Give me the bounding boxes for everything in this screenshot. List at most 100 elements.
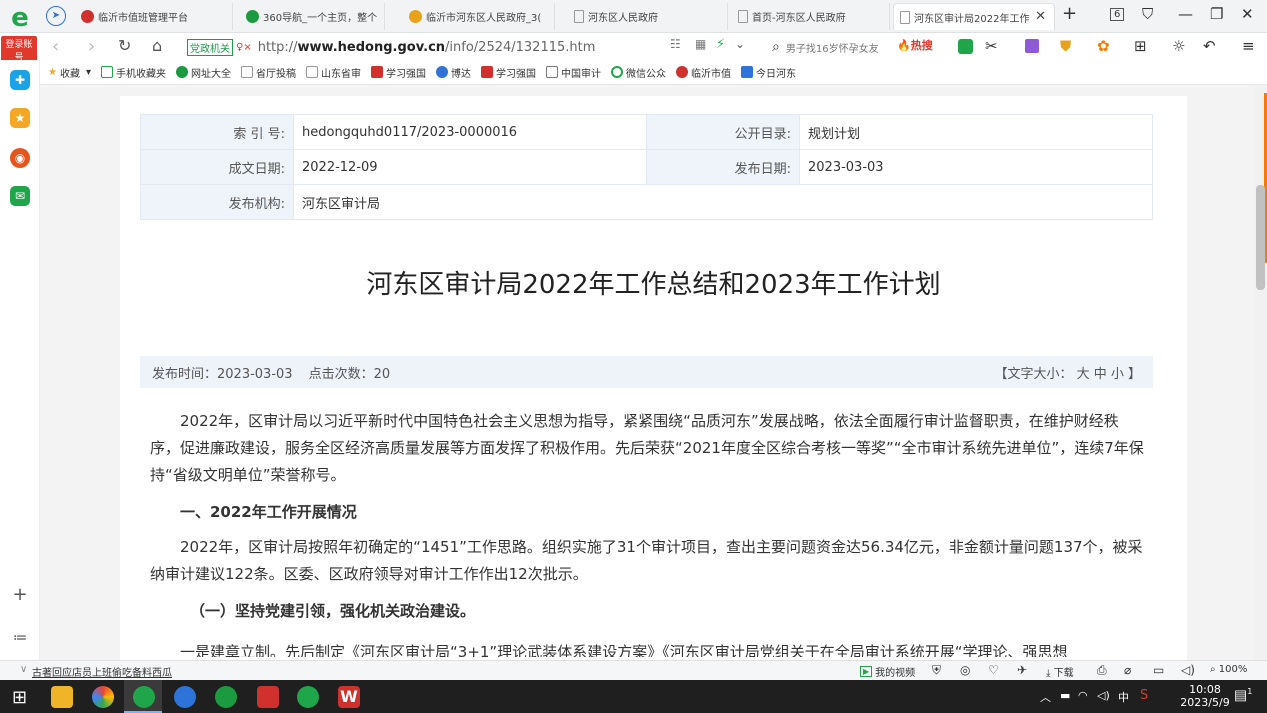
bookmark-7[interactable]: 学习强国 [481, 65, 536, 80]
game-icon[interactable]: ✿ [1097, 37, 1110, 55]
sidebar-weibo-icon[interactable]: ◉ [10, 148, 30, 168]
tab-favicon-icon [409, 10, 422, 23]
wechat-icon[interactable] [958, 39, 973, 54]
font-size-control[interactable]: 【文字大小： 大 中 小 】 [994, 363, 1141, 382]
volume-icon[interactable]: ◁) [1097, 689, 1110, 702]
site-icon [176, 66, 188, 78]
tab-label: 河东区人民政府 [588, 13, 658, 24]
article-title: 河东区审计局2022年工作总结和2023年工作计划 [366, 270, 941, 300]
scissors-icon[interactable]: ✂ [985, 37, 998, 55]
sound-icon[interactable]: ◁) [1181, 663, 1195, 677]
shield-icon[interactable]: ⛨ [932, 663, 941, 678]
shirt-icon[interactable]: ⛉ [1142, 5, 1153, 23]
windows-start-icon[interactable]: ⊞ [12, 687, 27, 708]
address-bar: ‹ › ↻ ⌂ 党政机关 ♀× http:// www.hedong.gov.c… [40, 33, 1267, 60]
360-browser-icon[interactable] [133, 686, 155, 708]
wechat-icon[interactable] [297, 686, 319, 708]
tab-0[interactable]: 临沂市值班管理平台 [75, 3, 233, 30]
file-explorer-icon[interactable] [51, 686, 73, 708]
shield-icon[interactable]: ⛊ [1060, 37, 1071, 55]
tab-5-active[interactable]: 河东区审计局2022年工作 ✕ [893, 3, 1055, 30]
bookmark-11[interactable]: 今日河东 [741, 65, 796, 80]
sidebar-list-icon[interactable]: ≔ [10, 628, 30, 648]
bookmark-4[interactable]: 山东省审 [306, 65, 361, 80]
undo-icon[interactable]: ↶ [1203, 37, 1216, 55]
navigate-icon[interactable]: ➤ [46, 6, 66, 26]
wps-icon[interactable]: W [338, 686, 360, 708]
tab-count-badge[interactable]: 6 [1110, 8, 1125, 21]
new-tab-icon[interactable]: + [1062, 3, 1077, 24]
bookmark-1[interactable]: 手机收藏夹 [101, 65, 166, 80]
reader-icon[interactable]: ☷ [670, 37, 681, 51]
sogou-icon[interactable]: S [1140, 688, 1148, 703]
qr-icon[interactable]: ▦ [695, 37, 706, 51]
sidebar-mail-icon[interactable]: ✉ [10, 186, 30, 206]
apps-grid-icon[interactable]: ⊞ [1134, 37, 1147, 55]
url-prefix: http:// [257, 39, 298, 55]
meta-value: 规划计划 [799, 114, 1153, 150]
app-icon[interactable] [257, 686, 279, 708]
rocket-icon[interactable]: ✈ [1017, 663, 1027, 677]
search-icon: ⌕ [772, 39, 780, 55]
notification-icon[interactable]: ▤1 [1234, 687, 1252, 704]
close-tab-icon[interactable]: ✕ [1035, 9, 1046, 24]
tab-3[interactable]: 河东区人民政府 [568, 3, 728, 30]
download-button[interactable]: ⤓ 下载 [1046, 664, 1074, 679]
heart-icon[interactable]: ♡ [988, 663, 999, 677]
close-window-icon[interactable]: ✕ [1241, 5, 1254, 23]
minimize-icon[interactable]: — [1178, 5, 1193, 23]
home-icon[interactable]: ⌂ [152, 36, 162, 55]
bookmark-6[interactable]: 博达 [436, 65, 471, 80]
clean-icon[interactable]: ⌀ [1124, 663, 1131, 677]
tab-1[interactable]: 360导航_一个主页，整个 [240, 3, 385, 30]
scrollbar-thumb[interactable] [1256, 185, 1265, 290]
meta-row: 索 引 号: hedongquhd0117/2023-0000016 公开目录:… [140, 114, 1153, 150]
bookmark-3[interactable]: 省厅投稿 [241, 65, 296, 80]
vertical-scrollbar[interactable] [1254, 85, 1267, 660]
hot-search-label[interactable]: 🔥热搜 [897, 37, 933, 53]
chevron-down-icon[interactable]: ⌄ [735, 37, 745, 51]
battery-icon[interactable]: ▬ [1060, 689, 1070, 702]
meta-row: 成文日期: 2022-12-09 发布日期: 2023-03-03 [140, 149, 1153, 185]
caret-icon: ▾ [85, 66, 91, 78]
bookmark-8[interactable]: 中国审计 [546, 65, 601, 80]
restore-icon[interactable]: ❐ [1210, 5, 1223, 23]
bookmark-0[interactable]: ★ 收藏 ▾ [48, 65, 91, 80]
wifi-icon[interactable]: ◠ [1078, 689, 1088, 702]
camera-icon[interactable]: ◎ [960, 663, 970, 677]
news-ticker[interactable]: 古著回应店员上班偷吃备料西瓜 [32, 664, 172, 679]
tray-chevron-icon[interactable]: ︿ [1040, 689, 1051, 705]
xuexi-icon [371, 66, 383, 78]
bookmark-2[interactable]: 网址大全 [176, 65, 231, 80]
forward-icon[interactable]: › [88, 36, 95, 57]
my-video-button[interactable]: ▶ 我的视频 [860, 664, 915, 679]
360se-icon[interactable] [215, 686, 237, 708]
print-icon[interactable]: ⎙ [1097, 663, 1107, 678]
chevron-down-icon[interactable]: ∨ [20, 664, 27, 675]
tab-2[interactable]: 临沂市河东区人民政府_3( [403, 3, 555, 30]
chrome-icon[interactable] [92, 686, 114, 708]
bookmark-9[interactable]: 微信公众 [611, 65, 666, 80]
window-icon[interactable]: ▭ [1153, 663, 1164, 677]
menu-icon[interactable]: ≡ [1242, 37, 1255, 55]
brightness-icon[interactable]: ☼ [1172, 37, 1185, 55]
clock[interactable]: 10:08 2023/5/9 [1180, 683, 1230, 709]
bookmark-10[interactable]: 临沂市值 [676, 65, 731, 80]
paragraph: 一是建章立制。先后制定《河东区审计局“3+1”理论武装体系建设方案》《河东区审计… [180, 643, 1068, 657]
sidebar-add-icon[interactable]: + [10, 585, 30, 605]
tab-4[interactable]: 首页-河东区人民政府 [732, 3, 890, 30]
sidebar-star-icon[interactable]: ★ [10, 108, 30, 128]
reload-icon[interactable]: ↻ [118, 36, 131, 55]
clock-time: 10:08 [1189, 683, 1221, 696]
tab-label: 360导航_一个主页，整个 [263, 13, 378, 24]
browser-logo-icon[interactable]: e [6, 5, 34, 32]
speed-icon[interactable]: ⚡ [716, 37, 725, 52]
bookmark-5[interactable]: 学习强国 [371, 65, 426, 80]
article-info-bar: 发布时间：2023-03-03 点击次数：20 【文字大小： 大 中 小 】 [140, 356, 1153, 388]
ime-indicator[interactable]: 中 [1118, 689, 1129, 705]
sidebar-cross-icon[interactable]: ✚ [10, 70, 30, 90]
ie-icon[interactable] [174, 686, 196, 708]
zoom-control[interactable]: ⌕ 100% [1210, 664, 1247, 675]
back-icon[interactable]: ‹ [52, 36, 59, 57]
translate-icon[interactable] [1025, 39, 1039, 53]
